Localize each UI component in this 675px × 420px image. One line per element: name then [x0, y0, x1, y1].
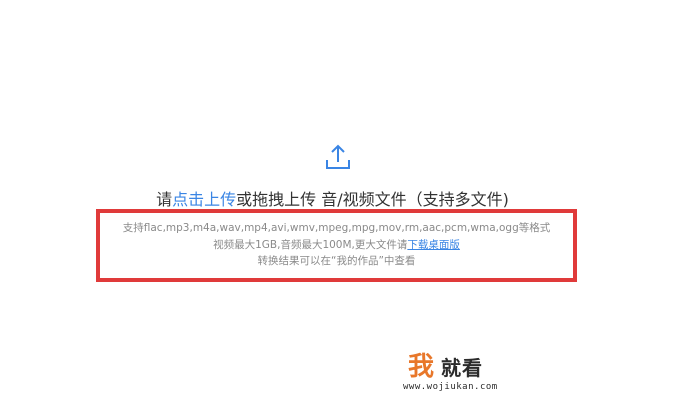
size-limits-text: 视频最大1GB,音频最大100M,更大文件请 — [213, 239, 408, 251]
upload-icon[interactable] — [321, 140, 355, 174]
upload-prefix: 请 — [156, 190, 173, 209]
upload-area[interactable] — [0, 140, 675, 178]
watermark-url: www.wojiukan.com — [403, 382, 498, 392]
upload-instruction: 请点击上传或拖拽上传 音/视频文件（支持多文件) — [0, 186, 665, 210]
page: 请点击上传或拖拽上传 音/视频文件（支持多文件) 支持flac,mp3,m4a,… — [0, 0, 675, 420]
download-desktop-link[interactable]: 下载桌面版 — [407, 239, 460, 251]
upload-suffix: 或拖拽上传 音/视频文件（支持多文件) — [236, 190, 509, 209]
watermark-chars-rest: 就看 — [441, 356, 483, 380]
size-limits-line: 视频最大1GB,音频最大100M,更大文件请下载桌面版 — [100, 237, 573, 252]
info-box: 支持flac,mp3,m4a,wav,mp4,avi,wmv,mpeg,mpg,… — [96, 209, 577, 282]
click-upload-link[interactable]: 点击上传 — [172, 190, 236, 209]
supported-formats-text: 支持flac,mp3,m4a,wav,mp4,avi,wmv,mpeg,mpg,… — [122, 222, 551, 234]
watermark-char-1: 我 — [408, 352, 435, 382]
watermark-logo: 我 就看 www.wojiukan.com — [403, 352, 553, 402]
result-note-text: 转换结果可以在“我的作品”中查看 — [257, 255, 416, 267]
